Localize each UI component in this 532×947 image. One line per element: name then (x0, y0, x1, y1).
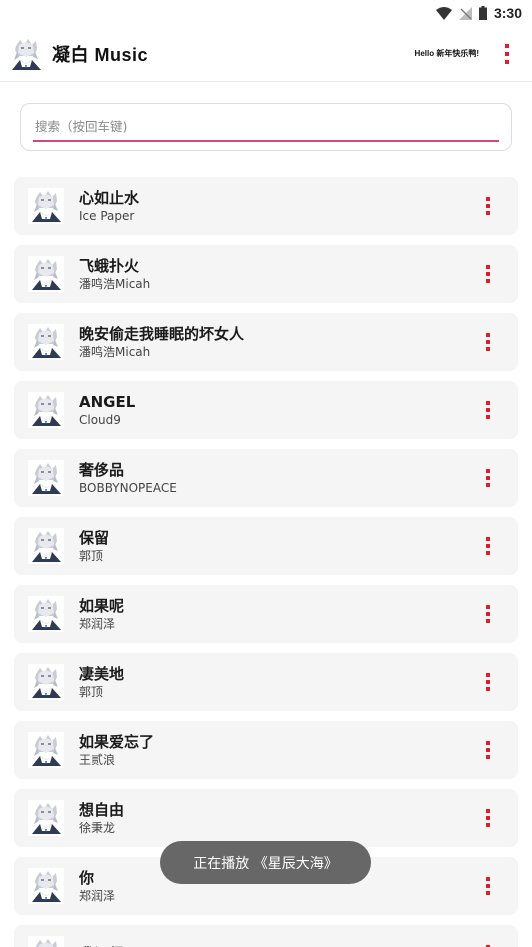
song-artist: Ice Paper (79, 209, 135, 223)
song-text: 心如止水 Ice Paper (79, 188, 139, 224)
song-artist: 郭顶 (79, 685, 104, 699)
more-vert-icon[interactable] (480, 737, 496, 763)
album-cover (28, 732, 64, 768)
song-title: 心如止水 (79, 189, 140, 207)
song-title: 你 (79, 869, 95, 887)
album-cover (28, 664, 64, 700)
song-text: 如果爱忘了 王贰浪 (79, 732, 154, 768)
song-text: 保留 郭顶 (79, 528, 109, 564)
search-input[interactable] (33, 112, 499, 142)
app-title: 凝白 Music (52, 44, 149, 65)
status-bar: 3:30 (0, 0, 532, 26)
status-time: 3:30 (493, 5, 522, 21)
song-row[interactable]: ANGEL Cloud9 (14, 381, 518, 439)
album-cover (28, 256, 64, 292)
more-vert-icon[interactable] (480, 941, 496, 947)
song-row[interactable]: 心如止水 Ice Paper (14, 177, 518, 235)
more-vert-icon[interactable] (480, 669, 496, 695)
more-vert-icon[interactable] (480, 805, 496, 831)
more-vert-icon[interactable] (480, 329, 496, 355)
song-text: 你郑润泽 (79, 868, 115, 904)
more-vert-icon[interactable] (480, 873, 496, 899)
song-row[interactable]: 晚安偷走我睡眠的坏女人潘鸣浩Micah (14, 313, 518, 371)
song-title: 飞蛾扑火 (79, 257, 140, 275)
song-artist: Cloud9 (79, 413, 121, 427)
song-title: 如果呢 (79, 597, 125, 615)
song-title: 奢侈品 (79, 461, 125, 479)
song-text: 奢侈品 BOBBYNOPEACE (79, 460, 177, 496)
album-cover (28, 936, 64, 947)
song-title: 晚安偷走我睡眠的坏女人 (79, 325, 245, 343)
song-title: 保留 (79, 529, 110, 547)
song-row[interactable]: 飞蛾扑火潘鸣浩Micah (14, 245, 518, 303)
toast-text: 正在播放 《星辰大海》 (193, 855, 338, 872)
album-cover (28, 188, 64, 224)
more-vert-icon[interactable] (480, 465, 496, 491)
album-cover (28, 324, 64, 360)
song-title: ANGEL (79, 393, 136, 411)
album-cover (28, 528, 64, 564)
signal-no-sim-icon (458, 6, 472, 20)
song-artist: 王贰浪 (79, 753, 116, 767)
song-text: 晚安偷走我睡眠的坏女人潘鸣浩Micah (79, 324, 244, 360)
song-row[interactable]: 想自由 徐秉龙 (14, 789, 518, 847)
song-text: 想自由 徐秉龙 (79, 800, 124, 836)
song-row[interactable]: 如果爱忘了 王贰浪 (14, 721, 518, 779)
album-cover (28, 596, 64, 632)
battery-icon (478, 6, 487, 20)
song-title: 如果爱忘了 (79, 733, 155, 751)
song-title: 想自由 (79, 801, 125, 819)
album-cover (28, 392, 64, 428)
song-row[interactable]: 奢侈品 BOBBYNOPEACE (14, 449, 518, 507)
album-cover (28, 460, 64, 496)
song-row[interactable]: 我记得 (14, 925, 518, 947)
song-artist: 潘鸣浩Micah (79, 277, 151, 291)
more-vert-icon[interactable] (480, 533, 496, 559)
wifi-icon (435, 6, 452, 20)
more-vert-icon[interactable] (496, 40, 518, 68)
song-artist: 徐秉龙 (79, 821, 116, 835)
song-artist: BOBBYNOPEACE (79, 481, 177, 495)
song-text: 飞蛾扑火潘鸣浩Micah (79, 256, 150, 292)
more-vert-icon[interactable] (480, 261, 496, 287)
album-cover (28, 868, 64, 904)
more-vert-icon[interactable] (480, 397, 496, 423)
song-title: 凄美地 (79, 665, 125, 683)
song-text: 如果呢 郑润泽 (79, 596, 124, 632)
song-list: 心如止水 Ice Paper 飞蛾扑火 潘鸣浩Micah 晚安偷走我睡眠的坏女人 潘鸣浩M… (14, 177, 518, 947)
song-row[interactable]: 凄美地 郭顶 (14, 653, 518, 711)
song-text: ANGEL Cloud9 (79, 392, 135, 428)
more-vert-icon[interactable] (480, 601, 496, 627)
song-row[interactable]: 保留 郭顶 (14, 517, 518, 575)
app-bar: 凝白 Music Hello 新年快乐鸭! (0, 26, 532, 82)
more-vert-icon[interactable] (480, 193, 496, 219)
song-artist: 郭顶 (79, 549, 104, 563)
song-artist: 郑润泽 (79, 889, 116, 903)
song-artist: 潘鸣浩Micah (79, 345, 151, 359)
now-playing-toast: 正在播放 《星辰大海》 (160, 841, 371, 884)
search-card (20, 103, 512, 151)
anime-avatar-logo (8, 36, 44, 72)
album-cover (28, 800, 64, 836)
song-row[interactable]: 如果呢 郑润泽 (14, 585, 518, 643)
song-artist: 郑润泽 (79, 617, 116, 631)
greeting-text: Hello 新年快乐鸭! (414, 49, 479, 58)
song-text: 凄美地 郭顶 (79, 664, 124, 700)
